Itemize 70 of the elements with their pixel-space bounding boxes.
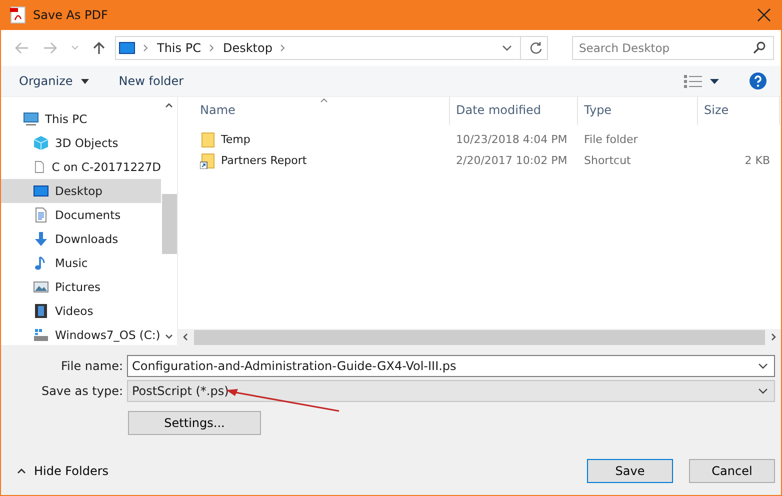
cube-icon (33, 135, 49, 151)
document-icon (33, 207, 49, 223)
chevron-up-icon (17, 468, 26, 474)
sidebar-item[interactable]: 3D Objects (1, 131, 161, 155)
sidebar-item[interactable]: This PC (1, 107, 161, 131)
settings-button[interactable]: Settings... (128, 411, 261, 435)
cancel-button[interactable]: Cancel (689, 459, 775, 483)
breadcrumb[interactable]: This PC (157, 41, 201, 55)
film-icon (33, 303, 49, 319)
chevron-right-icon (143, 44, 149, 52)
chevron-down-icon (758, 362, 768, 368)
chevron-left-icon[interactable] (183, 333, 188, 341)
hide-folders-button[interactable]: Hide Folders (11, 463, 115, 479)
sidebar-item[interactable]: Pictures (1, 275, 161, 299)
chevron-down-icon[interactable] (165, 334, 173, 339)
save-button[interactable]: Save (587, 459, 673, 483)
field-label: File name: (60, 358, 123, 372)
chevron-right-icon (208, 44, 215, 52)
save-type-dropdown[interactable]: PostScript (*.ps) (127, 380, 775, 402)
breadcrumb[interactable]: Desktop (222, 41, 272, 55)
refresh-icon[interactable] (529, 41, 543, 55)
column-header[interactable]: Size (698, 97, 780, 125)
sidebar-item[interactable]: Downloads (1, 227, 161, 251)
chevron-up-icon[interactable] (165, 103, 173, 108)
close-icon[interactable] (757, 8, 771, 22)
sidebar-item[interactable]: C on C-20171227D (1, 155, 161, 179)
new-folder-button[interactable]: New folder (112, 72, 190, 90)
up-arrow-icon[interactable] (93, 41, 105, 55)
caret-icon[interactable] (710, 78, 719, 84)
sort-caret-icon (320, 98, 328, 103)
sidebar-item[interactable]: Music (1, 251, 161, 275)
file-name[interactable]: Temp (221, 133, 250, 146)
drive-icon (33, 327, 49, 343)
chevron-right-icon (280, 44, 286, 52)
image-icon (33, 279, 49, 295)
document-icon (33, 159, 46, 175)
scrollbar-thumb[interactable] (162, 194, 176, 254)
search-field[interactable]: Search Desktop (572, 36, 774, 60)
folder-icon (200, 132, 216, 148)
table-cell-text: File folder (583, 133, 639, 146)
sidebar-item[interactable]: Videos (1, 299, 161, 323)
chevron-down-icon (758, 388, 768, 394)
pdf-icon (10, 6, 26, 24)
search-icon (753, 41, 766, 54)
column-header[interactable]: Date modified (450, 97, 578, 125)
organize-button[interactable]: Organize (13, 72, 95, 90)
view-list-icon[interactable] (684, 74, 702, 88)
sidebar-item[interactable]: Documents (1, 203, 161, 227)
chevron-down-icon[interactable] (502, 45, 512, 51)
file-name[interactable]: Partners Report (221, 154, 307, 167)
monitor-icon (23, 111, 39, 127)
table-cell-text: 2/20/2017 10:02 PM (455, 154, 568, 167)
monitor-icon (119, 42, 135, 54)
table-cell-text: Shortcut (583, 154, 632, 167)
address-bar[interactable]: This PC Desktop (115, 36, 548, 60)
down-arrow-icon (33, 231, 49, 247)
sidebar-item[interactable]: Windows7_OS (C:) (1, 323, 161, 345)
chevron-right-icon[interactable] (771, 333, 776, 341)
sidebar-item[interactable]: Desktop (1, 179, 161, 203)
help-icon[interactable] (749, 72, 767, 90)
column-header[interactable]: Name (200, 97, 450, 125)
caret-icon (80, 78, 89, 84)
table-cell-text: 10/23/2018 4:04 PM (455, 133, 568, 146)
shortcut-icon (200, 152, 216, 168)
file-name-field[interactable]: Configuration-and-Administration-Guide-GX4-Vol-III.ps (127, 354, 775, 376)
window-title: Save As PDF (33, 8, 108, 22)
monitor-icon (33, 183, 49, 199)
column-header[interactable]: Type (578, 97, 698, 125)
field-label: Save as type: (40, 384, 123, 398)
table-cell-text: 2 KB (744, 154, 770, 167)
